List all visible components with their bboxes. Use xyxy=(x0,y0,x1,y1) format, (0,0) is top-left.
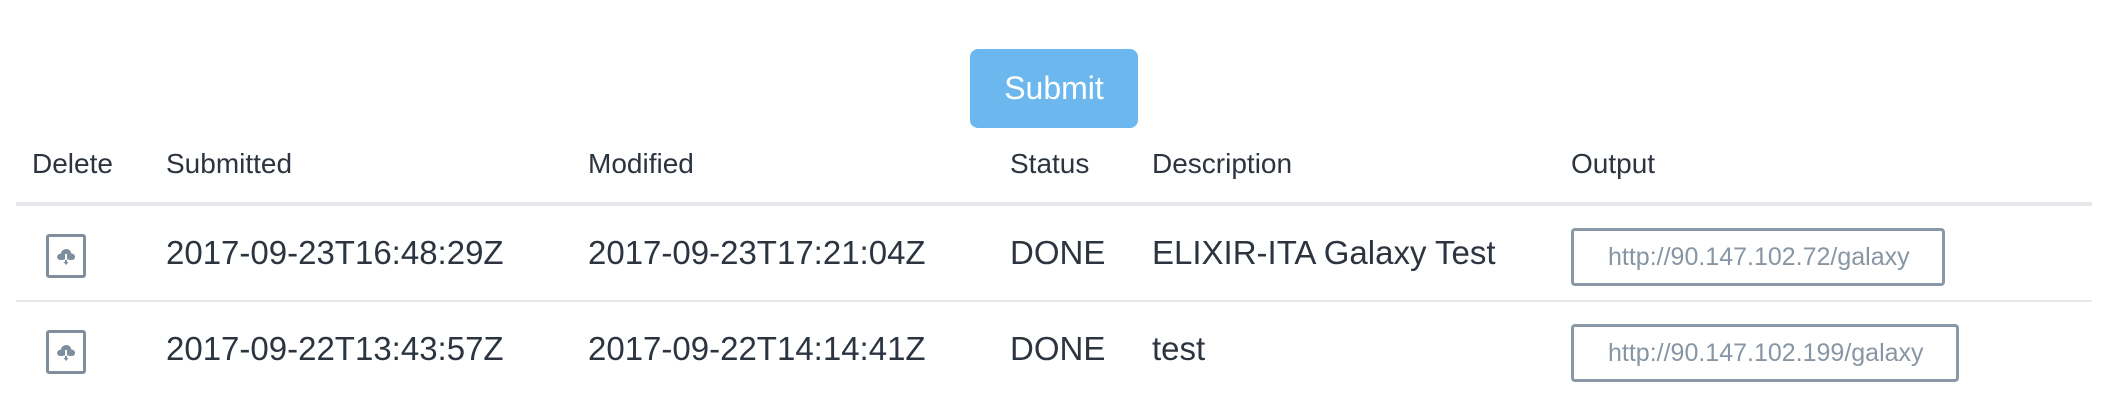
status-cell: DONE xyxy=(1010,330,1106,367)
submit-button[interactable]: Submit xyxy=(970,49,1138,128)
cloud-download-icon xyxy=(57,345,76,361)
submitted-cell: 2017-09-23T16:48:29Z xyxy=(166,234,504,271)
header-submitted: Submitted xyxy=(166,148,293,179)
cloud-download-icon xyxy=(57,249,76,265)
deployments-table: Delete Submitted Modified Status Descrip… xyxy=(16,140,2092,396)
description-cell: ELIXIR-ITA Galaxy Test xyxy=(1152,234,1496,271)
description-cell: test xyxy=(1152,330,1206,367)
output-cell: http://90.147.102.72/galaxy xyxy=(1571,206,2091,300)
delete-cell xyxy=(32,206,142,300)
header-modified: Modified xyxy=(588,148,694,179)
output-link-button[interactable]: http://90.147.102.72/galaxy xyxy=(1571,228,1945,286)
output-link-button[interactable]: http://90.147.102.199/galaxy xyxy=(1571,324,1959,382)
output-cell: http://90.147.102.199/galaxy xyxy=(1571,302,2091,396)
table-row: 2017-09-23T16:48:29Z 2017-09-23T17:21:04… xyxy=(16,206,2092,302)
header-status: Status xyxy=(1010,148,1090,179)
modified-cell: 2017-09-23T17:21:04Z xyxy=(588,234,926,271)
modified-cell: 2017-09-22T14:14:41Z xyxy=(588,330,926,367)
header-description: Description xyxy=(1152,148,1293,179)
header-delete: Delete xyxy=(32,148,113,179)
status-cell: DONE xyxy=(1010,234,1106,271)
delete-button[interactable] xyxy=(46,330,86,374)
header-output: Output xyxy=(1571,148,1656,179)
table-header-row: Delete Submitted Modified Status Descrip… xyxy=(16,140,2092,206)
submitted-cell: 2017-09-22T13:43:57Z xyxy=(166,330,504,367)
delete-cell xyxy=(32,302,142,396)
deployments-page: Submit Delete Submitted Modified Status … xyxy=(0,0,2124,412)
table-row: 2017-09-22T13:43:57Z 2017-09-22T14:14:41… xyxy=(16,302,2092,396)
delete-button[interactable] xyxy=(46,234,86,278)
